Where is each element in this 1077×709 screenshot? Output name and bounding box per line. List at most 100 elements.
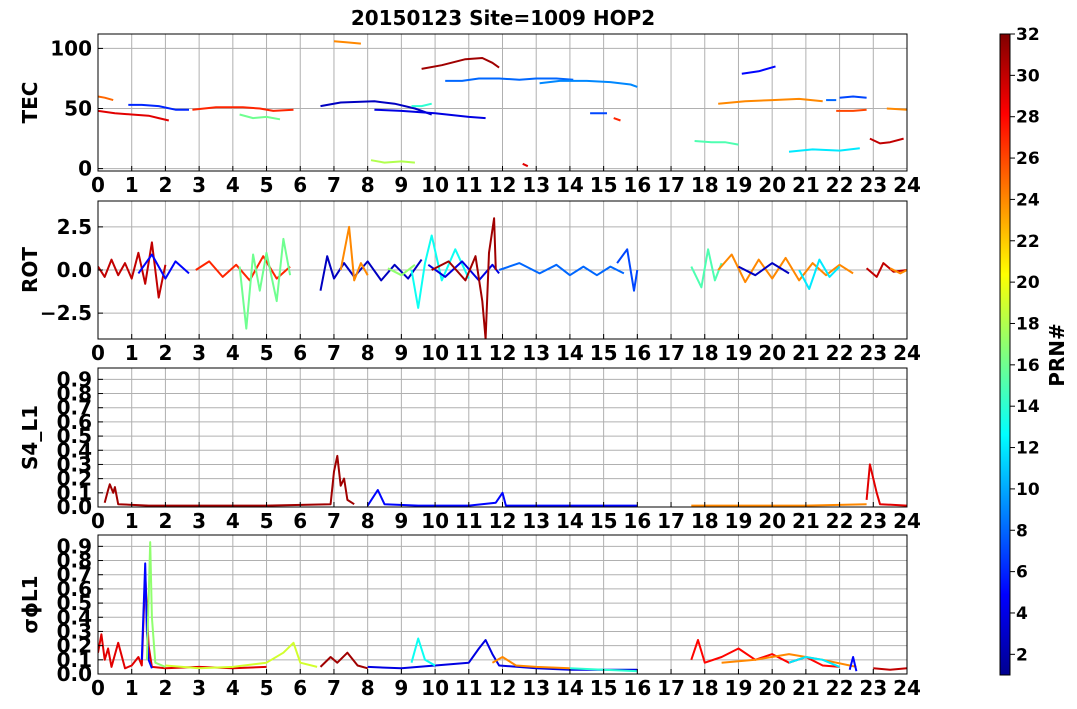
x-tick-label: 1 — [125, 509, 139, 533]
colorbar-tick-label: 24 — [1016, 190, 1040, 210]
x-tick-label: 21 — [792, 509, 820, 533]
x-tick-label: 1 — [125, 341, 139, 365]
x-tick-label: 6 — [293, 173, 307, 197]
y-tick-label: 0.9 — [57, 534, 92, 558]
colorbar-tick-label: 28 — [1016, 108, 1040, 128]
x-tick-label: 20 — [758, 341, 786, 365]
colorbar-tick-label: 18 — [1016, 314, 1040, 334]
x-tick-label: 18 — [691, 173, 719, 197]
x-tick-label: 13 — [522, 341, 550, 365]
x-tick-label: 5 — [260, 173, 274, 197]
x-tick-label: 10 — [421, 173, 449, 197]
x-tick-label: 10 — [421, 676, 449, 700]
x-tick-label: 5 — [260, 509, 274, 533]
x-tick-label: 17 — [657, 509, 685, 533]
x-tick-label: 22 — [826, 173, 854, 197]
x-tick-label: 2 — [158, 173, 172, 197]
x-tick-label: 14 — [556, 341, 584, 365]
x-tick-label: 6 — [293, 341, 307, 365]
panel-rot: 0 1 2 3 4 5 6 7 8 9 10 11 12 13 14 15 16 17 18 19 20 21 22 23 24… — [18, 200, 921, 365]
colorbar: 2468101214161820222426283032 PRN# — [999, 25, 1069, 676]
x-tick-label: 22 — [826, 676, 854, 700]
colorbar-tick-label: 26 — [1016, 149, 1040, 169]
colorbar-tick-label: 4 — [1016, 604, 1028, 624]
x-tick-label: 20 — [758, 173, 786, 197]
x-tick-label: 4 — [226, 676, 240, 700]
x-tick-label: 4 — [226, 509, 240, 533]
x-tick-label: 12 — [489, 509, 517, 533]
x-tick-label: 10 — [421, 341, 449, 365]
x-tick-label: 19 — [725, 173, 753, 197]
x-tick-label: 1 — [125, 173, 139, 197]
x-tick-label: 11 — [455, 676, 483, 700]
x-tick-label: 7 — [327, 509, 341, 533]
x-tick-label: 23 — [859, 676, 887, 700]
x-tick-label: 1 — [125, 676, 139, 700]
colorbar-tick-label: 6 — [1016, 563, 1028, 583]
x-tick-label: 23 — [859, 509, 887, 533]
y-tick-label: −2.5 — [40, 301, 92, 325]
colorbar-tick-label: 14 — [1016, 397, 1040, 417]
x-tick-label: 20 — [758, 509, 786, 533]
x-tick-label: 11 — [455, 173, 483, 197]
x-tick-label: 16 — [623, 341, 651, 365]
x-tick-label: 17 — [657, 173, 685, 197]
x-tick-label: 9 — [394, 341, 408, 365]
colorbar-tick-label: 20 — [1016, 273, 1040, 293]
x-tick-label: 18 — [691, 509, 719, 533]
x-tick-label: 11 — [455, 341, 483, 365]
x-tick-label: 24 — [893, 341, 921, 365]
x-tick-label: 0 — [91, 173, 105, 197]
x-tick-label: 16 — [623, 173, 651, 197]
x-tick-label: 2 — [158, 676, 172, 700]
colorbar-tick-label: 8 — [1016, 521, 1028, 541]
x-tick-label: 18 — [691, 676, 719, 700]
panel-s4: 0 1 2 3 4 5 6 7 8 9 10 11 12 13 14 15 16 17 18 19 20 21 22 23 24… — [18, 367, 921, 533]
x-tick-label: 19 — [725, 341, 753, 365]
x-tick-label: 6 — [293, 509, 307, 533]
x-tick-label: 3 — [192, 341, 206, 365]
x-tick-label: 17 — [657, 676, 685, 700]
x-tick-label: 4 — [226, 173, 240, 197]
x-tick-label: 17 — [657, 341, 685, 365]
x-tick-label: 2 — [158, 509, 172, 533]
x-tick-label: 14 — [556, 173, 584, 197]
series-line-prn-24 — [886, 107, 907, 111]
y-tick-label: 100 — [50, 36, 92, 60]
x-tick-label: 21 — [792, 173, 820, 197]
x-tick-label: 20 — [758, 676, 786, 700]
x-tick-label: 5 — [260, 676, 274, 700]
panel-tec: 0 1 2 3 4 5 6 7 8 9 10 11 12 13 14 15 16 17 18 19 20 21 22 23 24… — [18, 33, 921, 197]
x-tick-label: 0 — [91, 676, 105, 700]
colorbar-tick-label: 10 — [1016, 480, 1040, 500]
y-tick-label: 50 — [64, 97, 92, 121]
x-tick-label: 0 — [91, 341, 105, 365]
y-tick-label: 0.0 — [57, 258, 92, 282]
panels-layer: 0 1 2 3 4 5 6 7 8 9 10 11 12 13 14 15 16 17 18 19 20 21 22 23 24… — [18, 33, 921, 700]
x-tick-label: 23 — [859, 173, 887, 197]
y-axis-label: S4_L1 — [18, 405, 42, 470]
x-tick-label: 8 — [361, 509, 375, 533]
x-tick-label: 12 — [489, 341, 517, 365]
y-tick-label: 2.5 — [57, 215, 92, 239]
chart-title: 20150123 Site=1009 HOP2 — [351, 6, 655, 30]
x-tick-label: 18 — [691, 341, 719, 365]
panel-sigma: 0 1 2 3 4 5 6 7 8 9 10 11 12 13 14 15 16 17 18 19 20 21 22 23 24… — [18, 534, 921, 700]
x-tick-label: 15 — [590, 341, 618, 365]
x-tick-label: 6 — [293, 676, 307, 700]
x-tick-label: 5 — [260, 341, 274, 365]
colorbar-tick-label: 12 — [1016, 439, 1040, 459]
x-tick-label: 19 — [725, 676, 753, 700]
x-tick-label: 16 — [623, 676, 651, 700]
x-tick-label: 24 — [893, 676, 921, 700]
x-tick-label: 7 — [327, 173, 341, 197]
y-tick-label: 0 — [78, 157, 92, 181]
figure: 20150123 Site=1009 HOP2 0 1 2 3 4 5 6 7 8 9 10 11 12… — [18, 6, 1069, 700]
x-tick-label: 3 — [192, 173, 206, 197]
x-tick-label: 22 — [826, 341, 854, 365]
x-tick-label: 15 — [590, 509, 618, 533]
x-tick-label: 10 — [421, 509, 449, 533]
x-tick-label: 19 — [725, 509, 753, 533]
x-tick-label: 3 — [192, 509, 206, 533]
x-tick-label: 24 — [893, 173, 921, 197]
